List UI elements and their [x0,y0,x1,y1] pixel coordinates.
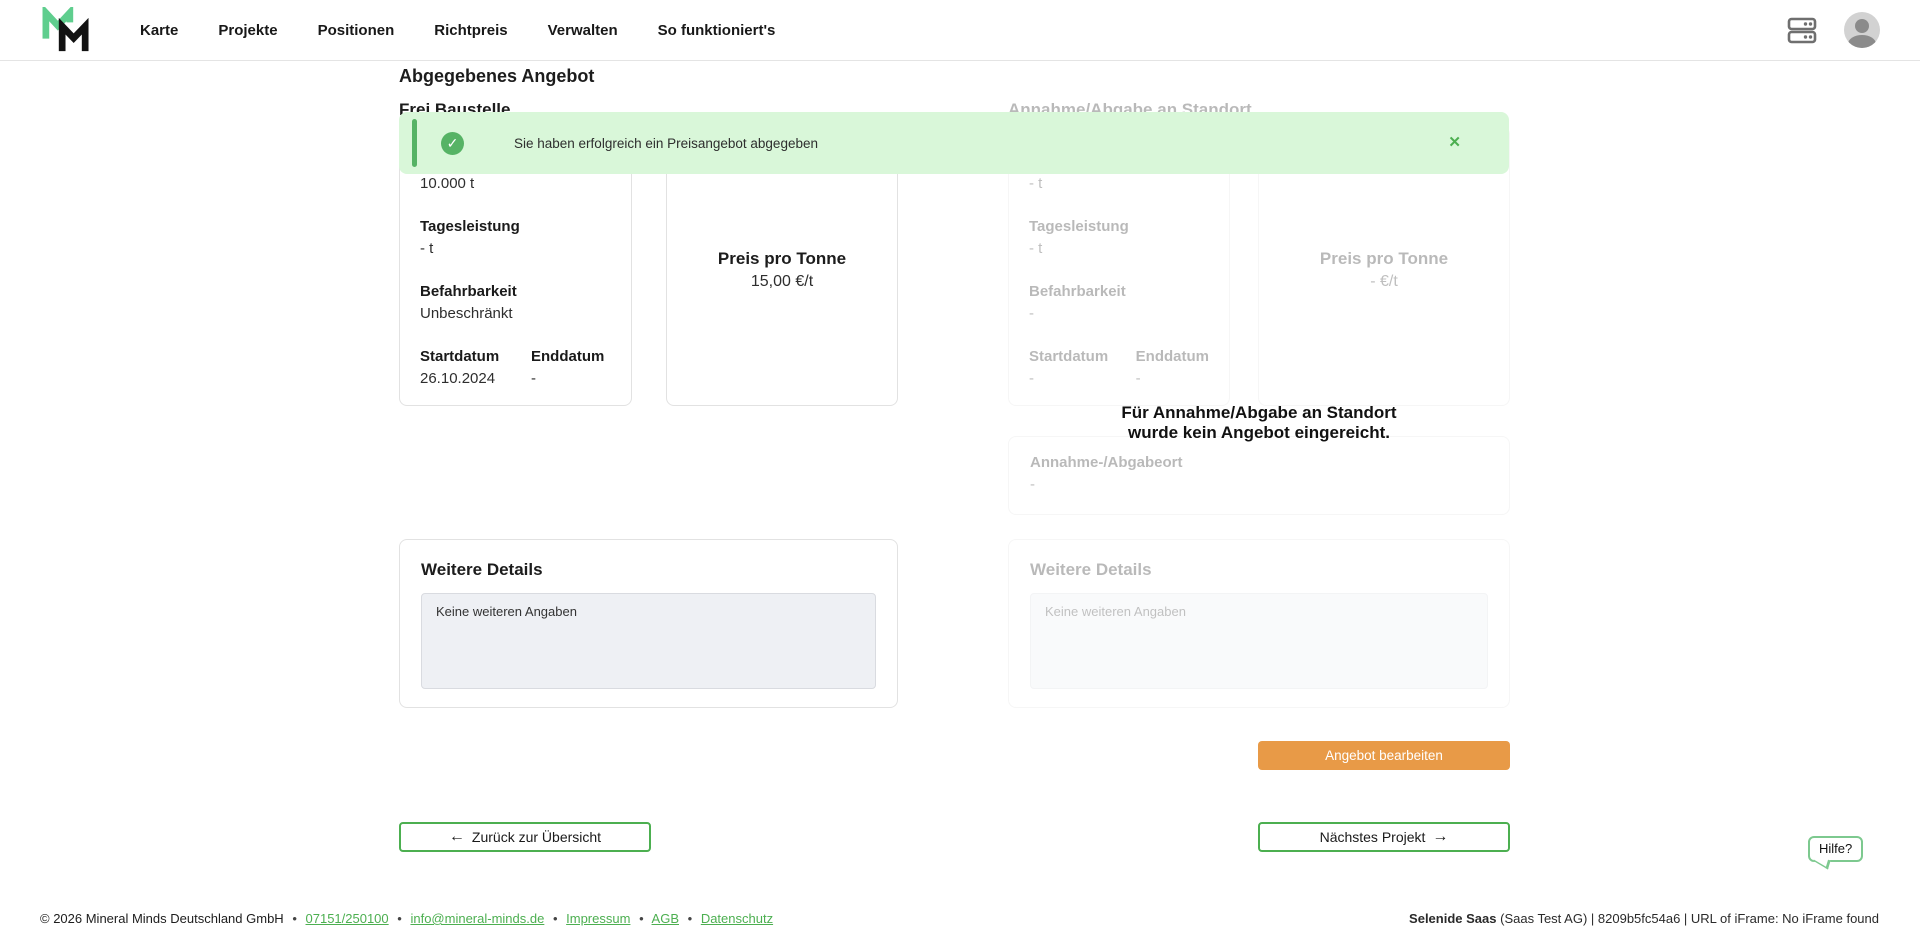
back-button-label: Zurück zur Übersicht [472,829,601,845]
next-project-button[interactable]: Nächstes Projekt → [1258,822,1510,852]
avatar-head-icon [1855,19,1869,33]
nav-item-richtpreis[interactable]: Richtpreis [434,22,507,39]
avatar-body-icon [1848,35,1876,48]
main-nav: Karte Projekte Positionen Richtpreis Ver… [140,22,775,39]
details-card-right: Weitere Details Keine weiteren Angaben [1008,539,1510,708]
nav-item-verwalten[interactable]: Verwalten [548,22,618,39]
footer-email-link[interactable]: info@mineral-minds.de [410,911,544,926]
price-value: 15,00 €/t [751,270,813,294]
footer-separator: • [553,911,558,926]
server-icon[interactable] [1786,14,1818,46]
field-value: Unbeschränkt [420,304,611,324]
help-bubble[interactable]: Hilfe? [1808,836,1863,862]
toast-close-icon[interactable]: ✕ [1448,133,1461,151]
field-label: Befahrbarkeit [1029,283,1209,301]
details-title: Weitere Details [1030,559,1488,581]
page: Karte Projekte Positionen Richtpreis Ver… [0,0,1920,943]
header-actions [1786,12,1880,48]
arrow-right-icon: → [1432,829,1448,845]
field-label: Annahme-/Abgabeort [1030,454,1488,472]
footer-build-info: Selenide Saas (Saas Test AG) | 8209b5fc5… [1409,911,1879,926]
footer-separator: • [688,911,693,926]
footer-impressum-link[interactable]: Impressum [566,911,630,926]
toast-message: Sie haben erfolgreich ein Preisangebot a… [514,136,818,151]
footer-saas-name: Selenide Saas [1409,911,1496,926]
page-title: Abgegebenes Angebot [399,66,594,87]
details-textarea: Keine weiteren Angaben [421,593,876,689]
price-label: Preis pro Tonne [718,248,846,270]
mineral-minds-logo[interactable] [40,7,92,53]
price-value: - €/t [1370,270,1398,294]
footer-separator: • [292,911,297,926]
toast-accent-bar [412,119,417,167]
field-value: - [1029,369,1136,389]
field-label: Tagesleistung [420,218,611,236]
field-value: - t [1029,239,1209,259]
details-card-left: Weitere Details Keine weiteren Angaben [399,539,898,708]
field-label: Enddatum [531,348,604,366]
footer-copyright: © 2026 Mineral Minds Deutschland GmbH [40,911,284,926]
field-value: - [531,369,604,389]
details-textarea: Keine weiteren Angaben [1030,593,1488,689]
location-field-card: Annahme-/Abgabeort - [1008,436,1510,515]
footer-saas-details: (Saas Test AG) | 8209b5fc54a6 | URL of i… [1497,911,1880,926]
nav-item-so-funktionierts[interactable]: So funktioniert's [658,22,776,39]
field-value: - [1029,304,1209,324]
footer-separator: • [639,911,644,926]
footer-phone-link[interactable]: 07151/250100 [306,911,389,926]
footer-datenschutz-link[interactable]: Datenschutz [701,911,773,926]
footer-separator: • [397,911,402,926]
nav-item-karte[interactable]: Karte [140,22,178,39]
field-label: Befahrbarkeit [420,283,611,301]
footer: © 2026 Mineral Minds Deutschland GmbH • … [0,911,1920,933]
nav-item-projekte[interactable]: Projekte [218,22,277,39]
check-circle-icon: ✓ [441,132,464,155]
field-value: - [1136,369,1209,389]
field-label: Tagesleistung [1029,218,1209,236]
next-button-label: Nächstes Projekt [1320,829,1426,845]
field-value: - t [420,239,611,259]
nav-item-positionen[interactable]: Positionen [318,22,395,39]
arrow-left-icon: ← [449,829,465,845]
field-value: 26.10.2024 [420,369,531,389]
field-label: Startdatum [420,348,531,366]
footer-left: © 2026 Mineral Minds Deutschland GmbH • … [40,911,773,926]
edit-offer-button[interactable]: Angebot bearbeiten [1258,741,1510,770]
top-navigation-bar: Karte Projekte Positionen Richtpreis Ver… [0,0,1920,61]
field-label: Enddatum [1136,348,1209,366]
field-label: Startdatum [1029,348,1136,366]
success-toast: ✓ Sie haben erfolgreich ein Preisangebot… [399,112,1509,174]
field-value: - t [1029,174,1209,194]
footer-agb-link[interactable]: AGB [652,911,679,926]
field-value: - [1030,475,1488,495]
back-to-overview-button[interactable]: ← Zurück zur Übersicht [399,822,651,852]
price-label: Preis pro Tonne [1320,248,1448,270]
no-offer-message: Für Annahme/Abgabe an Standort wurde kei… [1008,403,1510,443]
user-avatar[interactable] [1844,12,1880,48]
field-value: 10.000 t [420,174,611,194]
details-title: Weitere Details [421,559,876,581]
